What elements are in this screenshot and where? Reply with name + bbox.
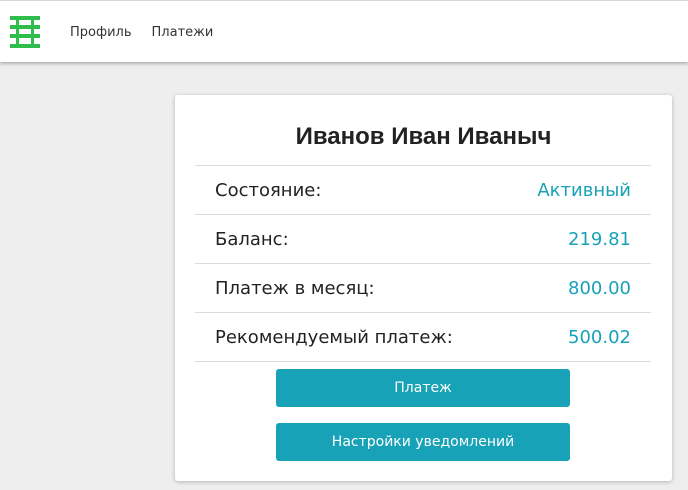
status-row: Состояние: Активный bbox=[195, 166, 651, 215]
account-card: Иванов Иван Иваныч Состояние: Активный Б… bbox=[175, 95, 672, 481]
top-navbar: Профиль Платежи bbox=[0, 0, 688, 62]
balance-row: Баланс: 219.81 bbox=[195, 215, 651, 264]
monthly-payment-row: Платеж в месяц: 800.00 bbox=[195, 264, 651, 313]
monthly-payment-label: Платеж в месяц: bbox=[215, 277, 375, 299]
recommended-payment-row: Рекомендуемый платеж: 500.02 bbox=[195, 313, 651, 362]
balance-label: Баланс: bbox=[215, 228, 289, 250]
recommended-payment-label: Рекомендуемый платеж: bbox=[215, 326, 453, 348]
balance-value: 219.81 bbox=[568, 228, 631, 250]
notification-settings-button[interactable]: Настройки уведомлений bbox=[276, 423, 570, 461]
status-label: Состояние: bbox=[215, 179, 322, 201]
payment-button[interactable]: Платеж bbox=[276, 369, 570, 407]
account-info-list: Состояние: Активный Баланс: 219.81 Плате… bbox=[195, 165, 651, 362]
nav-link-payments[interactable]: Платежи bbox=[152, 25, 214, 40]
recommended-payment-value: 500.02 bbox=[568, 326, 631, 348]
logo-icon[interactable] bbox=[10, 16, 40, 48]
nav-links: Профиль Платежи bbox=[70, 25, 213, 40]
status-value: Активный bbox=[537, 179, 631, 201]
nav-link-profile[interactable]: Профиль bbox=[70, 25, 132, 40]
account-holder-name: Иванов Иван Иваныч bbox=[295, 123, 552, 150]
monthly-payment-value: 800.00 bbox=[568, 277, 631, 299]
